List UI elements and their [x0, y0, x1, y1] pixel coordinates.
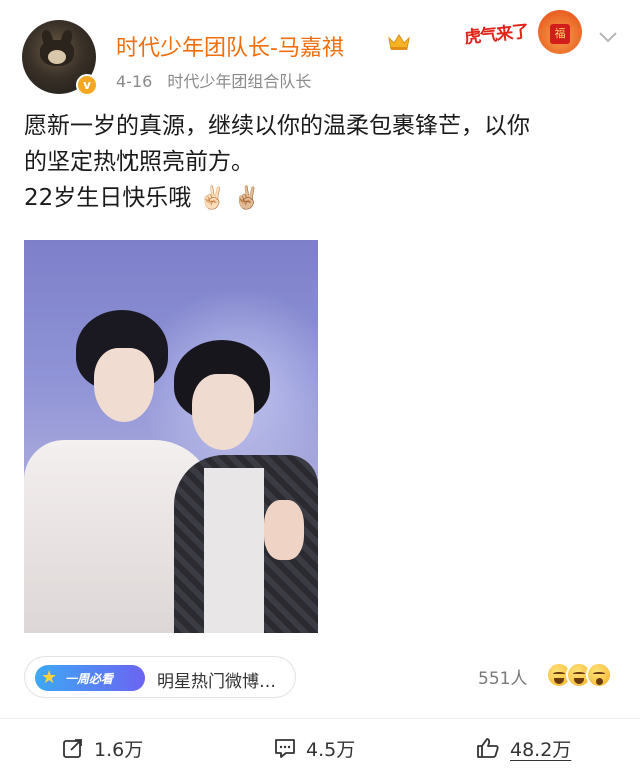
- verified-badge-icon: v: [76, 74, 98, 96]
- share-button[interactable]: 1.6万: [62, 734, 143, 762]
- tiger-paw-icon: [538, 10, 582, 54]
- chevron-down-icon[interactable]: [598, 30, 618, 44]
- crown-icon: [388, 34, 410, 50]
- post-text-line: 愿新一岁的真源，继续以你的温柔包裹锋芒，以你: [24, 113, 530, 139]
- surprised-emoji-icon: [586, 662, 612, 688]
- post-text-line: 22岁生日快乐哦: [24, 185, 192, 211]
- share-icon: [63, 739, 82, 758]
- reaction-count[interactable]: 551人: [478, 664, 527, 689]
- topic-tag: ★ 一周必看: [35, 665, 145, 691]
- share-count: 1.6万: [94, 738, 144, 761]
- festival-badge[interactable]: 虎气来了: [463, 10, 584, 54]
- victory-hand-emoji: ✌🏻 ✌🏼: [198, 186, 261, 211]
- author-name[interactable]: 时代少年团队长-马嘉祺: [116, 30, 344, 62]
- topic-label: 明星热门微博…: [157, 672, 276, 692]
- like-count: 48.2万: [510, 738, 572, 761]
- post-date: 4-16: [116, 72, 153, 91]
- festival-badge-text: 虎气来了: [463, 21, 530, 49]
- topic-pill[interactable]: ★ 一周必看 明星热门微博…: [24, 656, 296, 698]
- comment-count: 4.5万: [306, 738, 356, 761]
- thumbs-up-icon: [477, 738, 499, 758]
- post-meta: 4-16 时代少年团组合队长: [116, 68, 321, 92]
- post-body: 愿新一岁的真源，继续以你的温柔包裹锋芒，以你 的坚定热忱照亮前方。 22岁生日快…: [24, 108, 624, 217]
- post-header: v 时代少年团队长-马嘉祺 4-16 时代少年团组合队长 虎气来了: [0, 0, 640, 100]
- comment-button[interactable]: 4.5万: [274, 734, 355, 762]
- like-button[interactable]: 48.2万: [476, 734, 571, 762]
- star-icon: ★: [41, 667, 58, 688]
- post-source: 时代少年团组合队长: [167, 72, 312, 91]
- reaction-emoji-group[interactable]: [546, 660, 618, 690]
- action-divider: [0, 718, 640, 719]
- topic-tag-text: 一周必看: [65, 672, 114, 686]
- post-photo[interactable]: [24, 240, 318, 633]
- comment-icon: [275, 739, 295, 758]
- post-text-line: 的坚定热忱照亮前方。: [24, 149, 254, 175]
